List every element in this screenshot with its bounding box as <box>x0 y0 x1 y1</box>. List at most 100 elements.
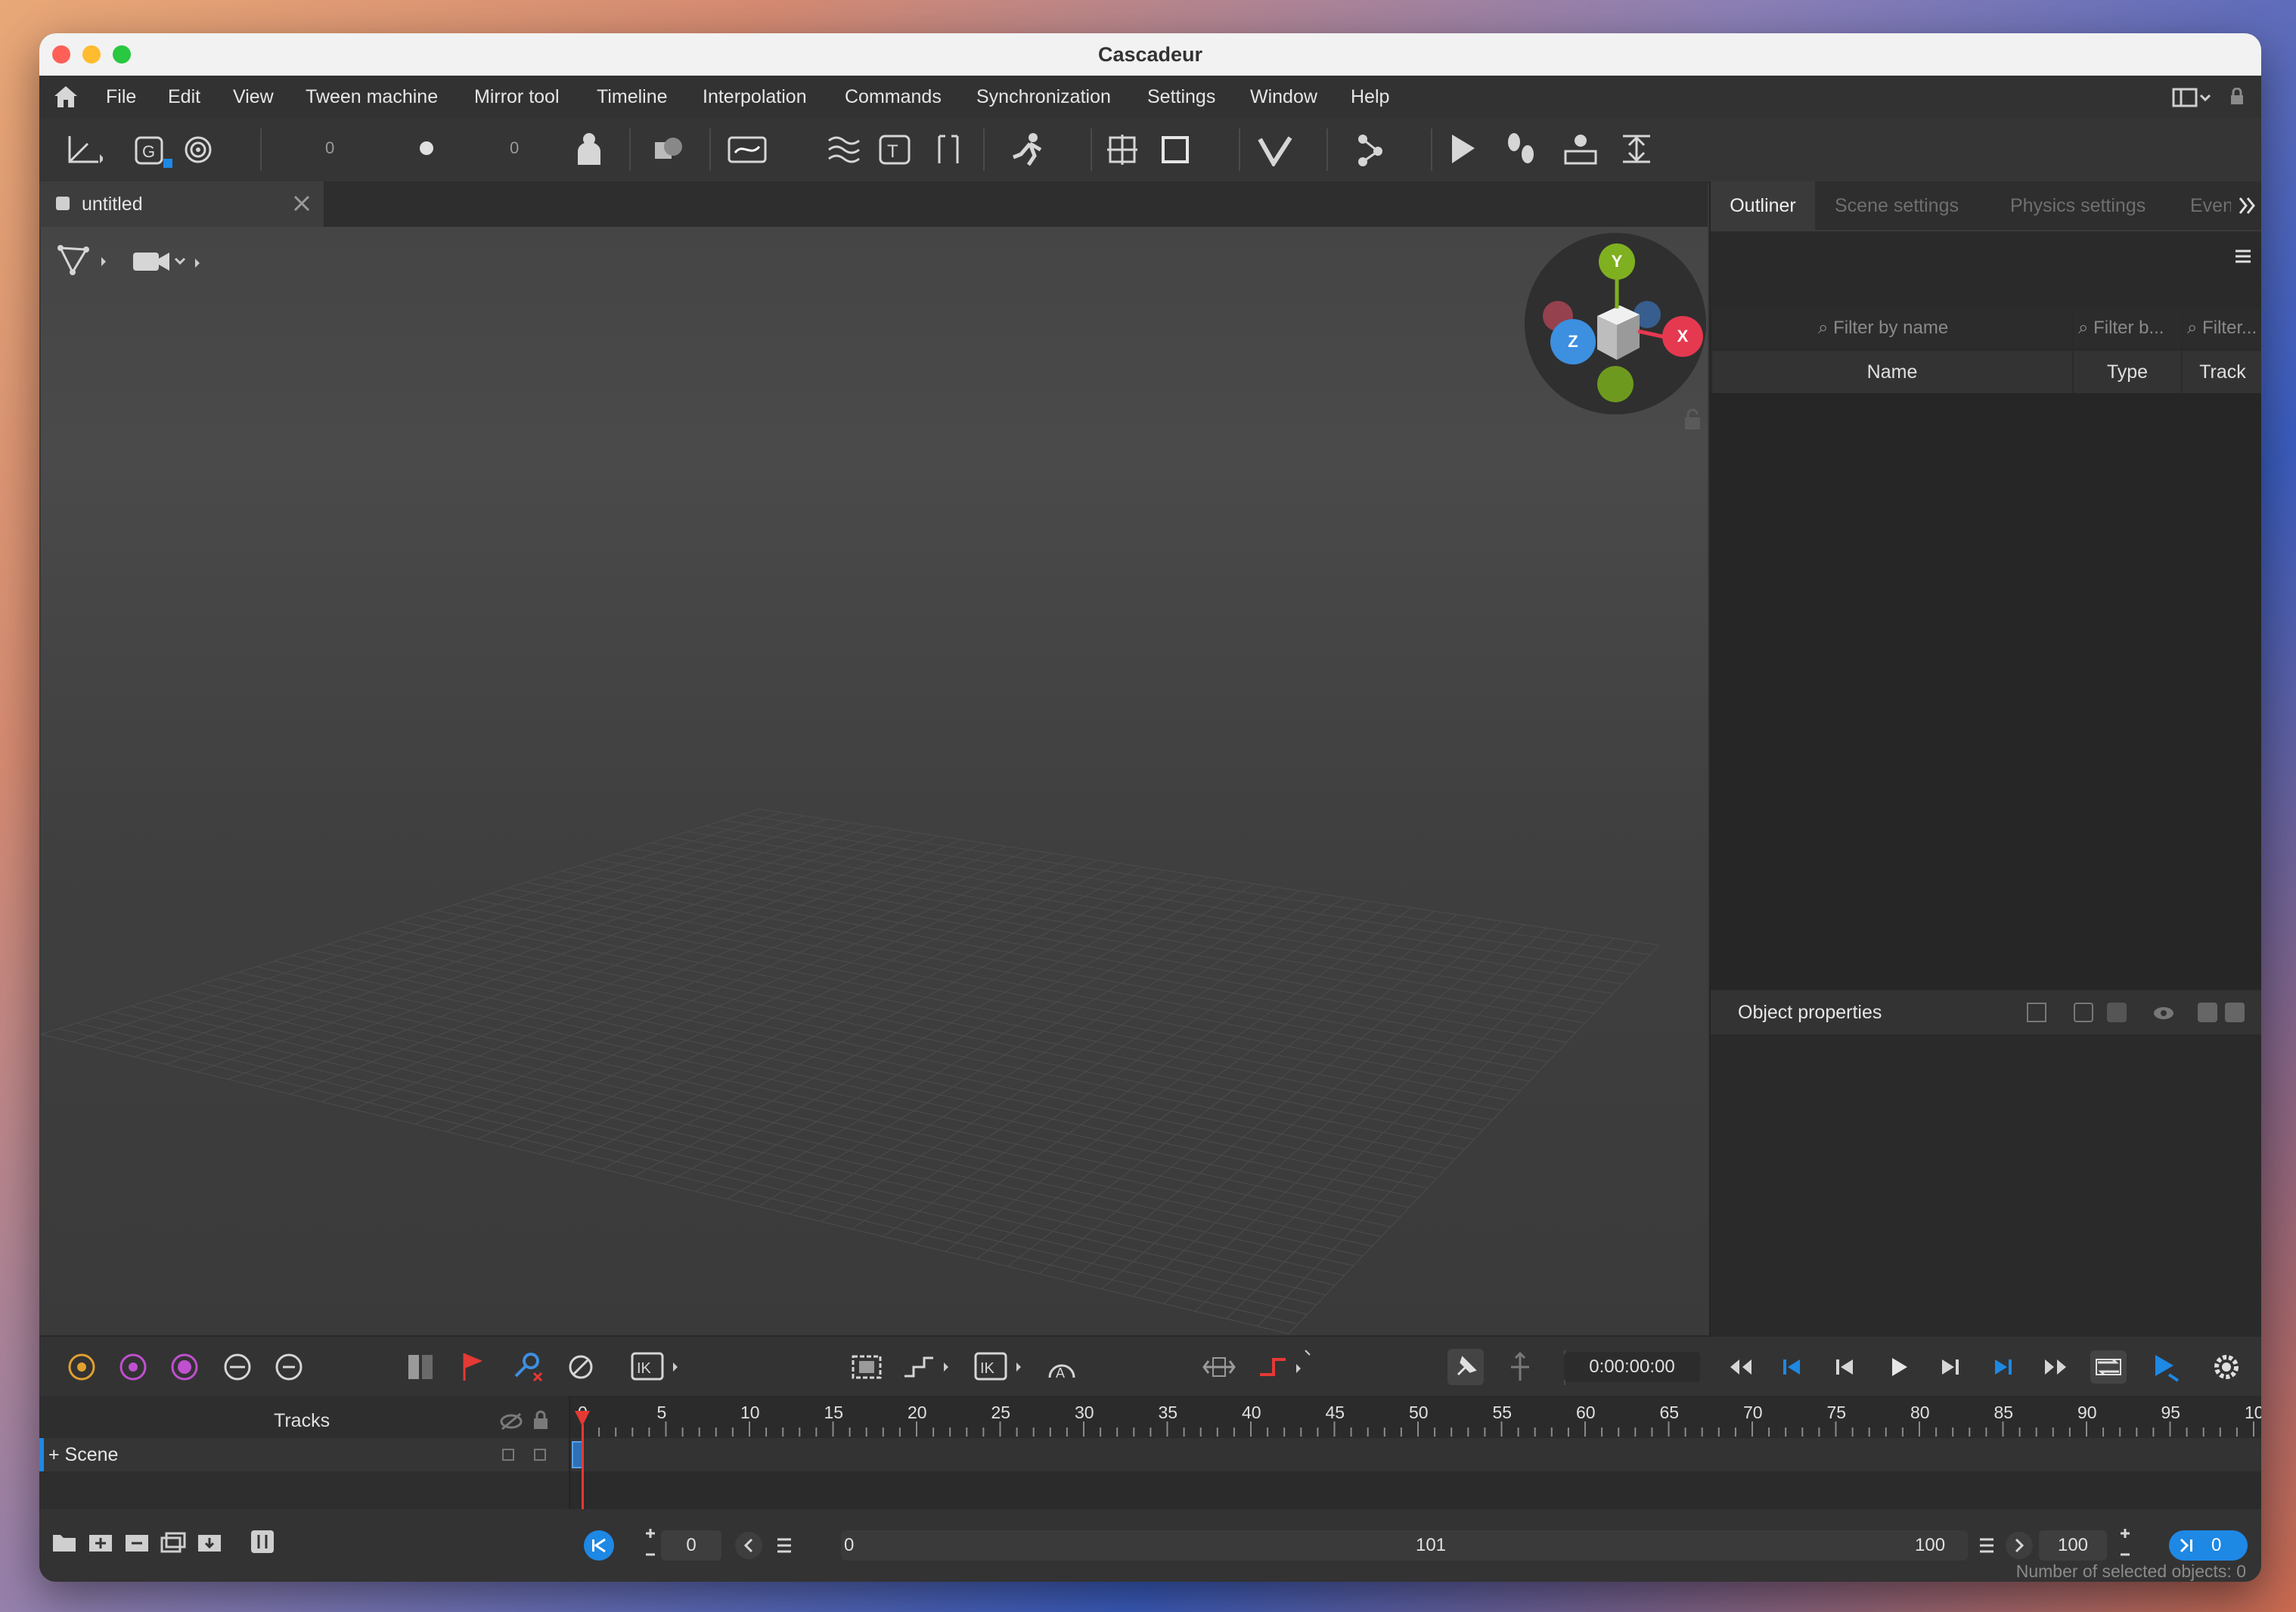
menu-tween-machine[interactable]: Tween machine <box>306 76 438 118</box>
column-header-type[interactable]: Type <box>2074 351 2181 393</box>
playhead-marker[interactable] <box>575 1411 590 1426</box>
next-frame-button[interactable] <box>2006 1532 2033 1559</box>
time-ruler[interactable]: 0 5 10 15 20 25 30 35 40 45 50 55 60 65 70 75 80 85 90 95 10 <box>570 1396 2261 1438</box>
axis-y-label[interactable]: Y <box>1599 243 1635 280</box>
filter-name-input[interactable]: ⌕ Filter by name <box>1712 308 2072 348</box>
wave-tool-icon[interactable] <box>826 133 861 170</box>
import-track-icon[interactable] <box>197 1530 222 1557</box>
axis-z-label[interactable]: Z <box>1550 319 1596 364</box>
previous-frame-button[interactable] <box>735 1532 762 1559</box>
menu-synchronization[interactable]: Synchronization <box>976 76 1111 118</box>
duplicate-track-icon[interactable] <box>160 1530 186 1557</box>
close-tab-icon[interactable] <box>292 194 312 217</box>
menu-settings[interactable]: Settings <box>1147 76 1215 118</box>
bracket-tool-icon[interactable] <box>932 133 965 170</box>
pin-tool-button[interactable] <box>1447 1349 1484 1385</box>
add-folder-icon[interactable] <box>51 1530 77 1557</box>
menu-mirror-tool[interactable]: Mirror tool <box>474 76 560 118</box>
props-i-icon[interactable] <box>2198 1003 2217 1022</box>
menu-edit[interactable]: Edit <box>168 76 200 118</box>
deselect-icon[interactable] <box>274 1352 304 1386</box>
rig-tool-icon[interactable] <box>1355 132 1402 172</box>
document-tab[interactable]: untitled <box>39 181 324 227</box>
menu-file[interactable]: File <box>106 76 136 118</box>
align-tool-icon[interactable] <box>1620 132 1665 170</box>
pivot-mode-icon[interactable] <box>183 133 227 170</box>
jump-to-start-button[interactable] <box>584 1530 614 1561</box>
tab-events[interactable]: Even <box>2190 181 2231 230</box>
filter-type-input[interactable]: ⌕ Filter b... <box>2074 308 2181 348</box>
loop-range-toggle[interactable]: 0 <box>2169 1530 2248 1561</box>
key-tool-icon[interactable] <box>511 1350 545 1387</box>
track-settings-icon[interactable] <box>250 1529 275 1558</box>
tracks-hide-icon[interactable] <box>499 1412 523 1434</box>
camera-icon[interactable] <box>132 246 207 281</box>
column-header-track[interactable]: Track <box>2183 351 2261 393</box>
scene-track-lane[interactable] <box>570 1438 2261 1471</box>
keyframe-count-field[interactable]: 0 <box>325 133 334 163</box>
menu-view[interactable]: View <box>233 76 274 118</box>
add-track-icon[interactable] <box>88 1530 113 1557</box>
interpolation-curve-icon[interactable] <box>728 135 782 169</box>
start-frame-stepper-icon[interactable] <box>641 1526 659 1566</box>
physics-tool-icon[interactable] <box>1562 132 1599 170</box>
no-key-icon[interactable] <box>566 1352 596 1386</box>
fast-forward-icon[interactable] <box>2042 1355 2069 1383</box>
gizmo-lock-icon[interactable] <box>1682 408 1703 435</box>
menu-interpolation[interactable]: Interpolation <box>703 76 807 118</box>
viewport-select-mode-icon[interactable] <box>56 243 116 281</box>
tab-outliner[interactable]: Outliner <box>1711 181 1815 230</box>
ik-fk-icon[interactable]: IK <box>974 1350 1027 1387</box>
outliner-list[interactable] <box>1711 393 2261 989</box>
track-lock-checkbox[interactable] <box>534 1449 546 1461</box>
start-frame-field[interactable]: 0 <box>661 1530 721 1561</box>
menu-timeline[interactable]: Timeline <box>597 76 668 118</box>
outliner-menu-icon[interactable] <box>2234 248 2252 268</box>
go-to-start-icon[interactable] <box>1780 1355 1804 1383</box>
end-list-icon[interactable] <box>1975 1532 1998 1563</box>
props-code-icon[interactable] <box>2074 1003 2093 1022</box>
track-visibility-checkbox[interactable] <box>502 1449 514 1461</box>
select-fixed-icon[interactable] <box>169 1352 200 1386</box>
props-eye-icon[interactable] <box>2152 1006 2175 1025</box>
footsteps-icon[interactable] <box>1503 132 1538 170</box>
interval-field[interactable]: 0 <box>510 133 519 163</box>
pivot-tool-icon[interactable] <box>1503 1350 1537 1387</box>
frame-select-icon[interactable] <box>1160 133 1205 170</box>
stretch-time-icon[interactable] <box>1201 1350 1237 1387</box>
track-row-scene[interactable]: + Scene <box>39 1438 569 1471</box>
menu-commands[interactable]: Commands <box>845 76 942 118</box>
point-icon[interactable] <box>417 139 436 161</box>
path-tool-icon[interactable] <box>1255 1347 1316 1387</box>
select-keys-icon[interactable] <box>67 1352 97 1386</box>
play-icon[interactable] <box>1886 1355 1910 1383</box>
previous-key-icon[interactable] <box>1833 1355 1857 1383</box>
home-icon[interactable] <box>53 85 79 113</box>
props-u-icon[interactable] <box>2225 1003 2245 1022</box>
select-cycle-icon[interactable] <box>221 1352 254 1386</box>
tab-physics-settings[interactable]: Physics settings <box>2010 181 2146 230</box>
global-mode-icon[interactable]: G <box>135 133 174 173</box>
running-figure-icon[interactable] <box>1007 132 1053 172</box>
character-icon[interactable] <box>573 132 605 170</box>
frame-list-icon[interactable] <box>773 1532 796 1563</box>
menu-window[interactable]: Window <box>1250 76 1317 118</box>
axis-x-label[interactable]: X <box>1662 316 1703 357</box>
text-tool-icon[interactable]: T <box>879 135 912 169</box>
props-frame-icon[interactable] <box>2027 1003 2046 1022</box>
props-list-icon[interactable] <box>2107 1003 2127 1022</box>
go-to-end-icon[interactable] <box>1990 1355 2015 1383</box>
fit-view-icon[interactable] <box>849 1350 885 1387</box>
tab-scene-settings[interactable]: Scene settings <box>1835 181 1959 230</box>
viewport-3d[interactable]: Y X Z <box>41 227 1708 1364</box>
end-frame-field[interactable]: 100 <box>2039 1530 2107 1561</box>
ik-toggle-icon[interactable]: IK <box>631 1350 684 1387</box>
split-keys-icon[interactable] <box>404 1350 437 1387</box>
more-tabs-icon[interactable] <box>2237 195 2258 220</box>
rewind-icon[interactable] <box>1727 1355 1755 1383</box>
grid-frame-icon[interactable] <box>1106 133 1139 170</box>
layout-icon[interactable] <box>2172 86 2211 111</box>
menu-help[interactable]: Help <box>1351 76 1389 118</box>
next-key-icon[interactable] <box>1938 1355 1962 1383</box>
v-tool-icon[interactable] <box>1257 133 1295 170</box>
